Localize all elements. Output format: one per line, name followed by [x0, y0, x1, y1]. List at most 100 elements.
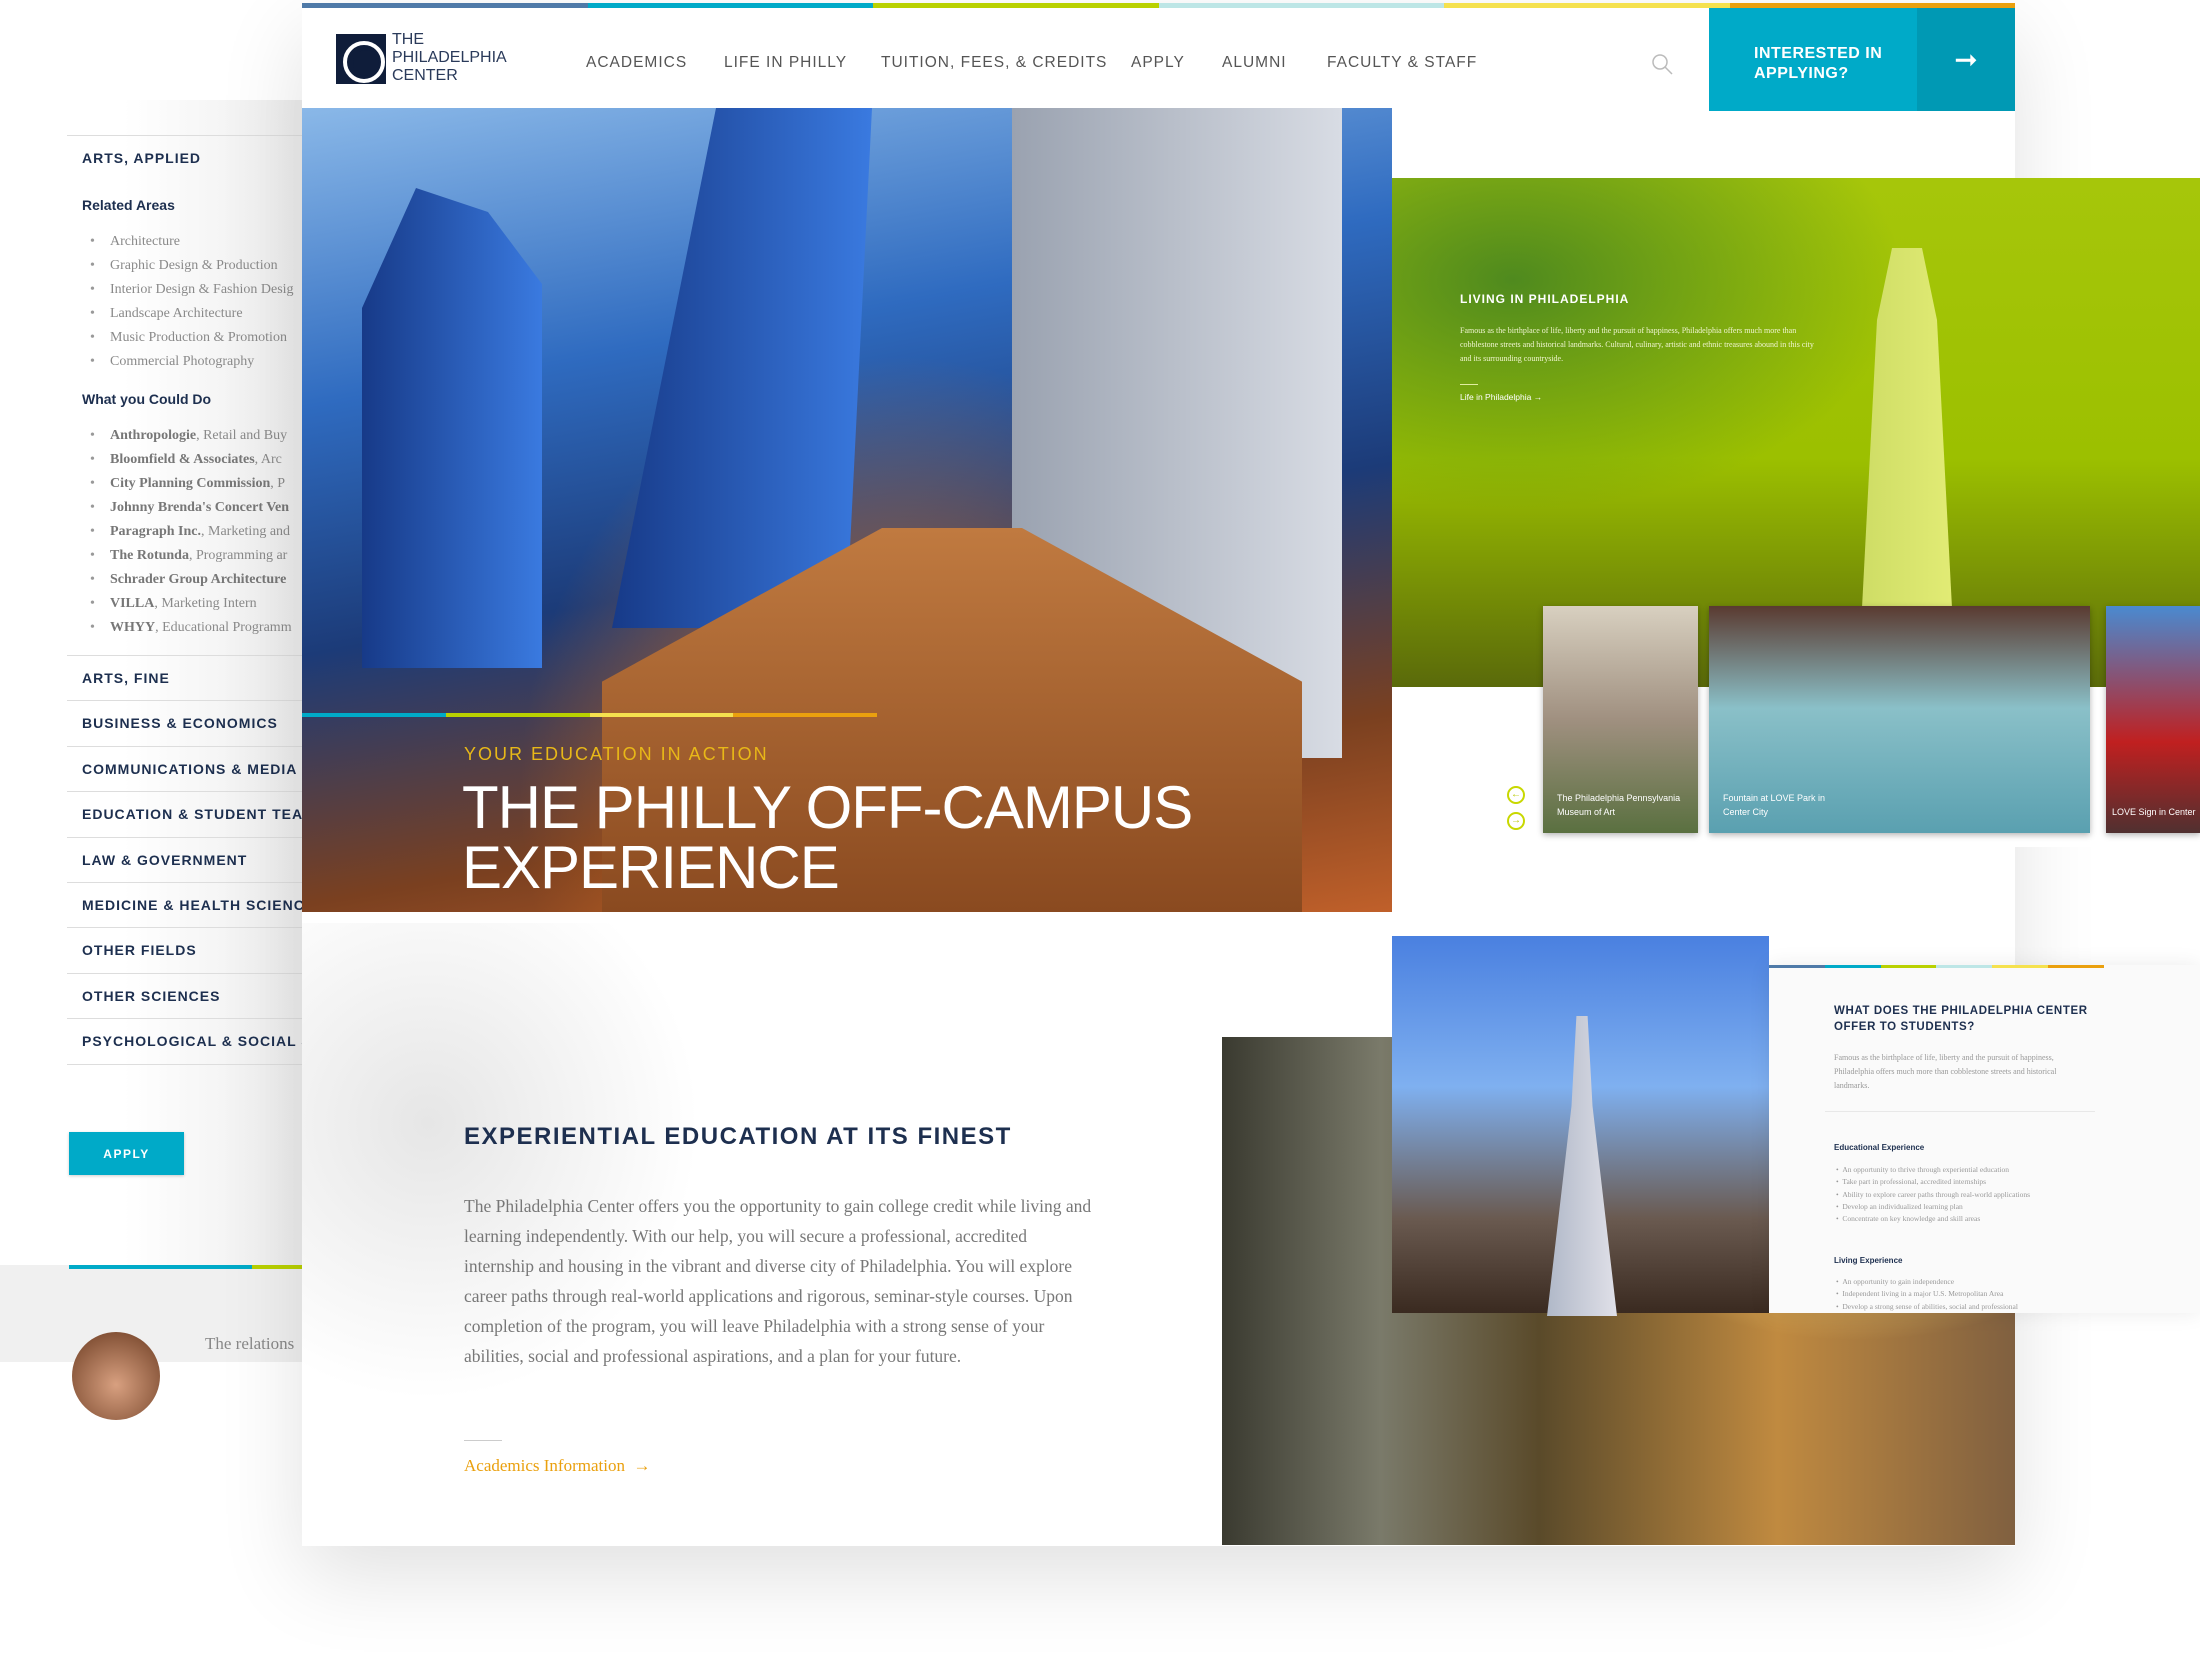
logo-line: PHILADELPHIA	[392, 49, 507, 66]
sidebar-section[interactable]: LAW & GOVERNMENT	[82, 852, 247, 868]
sidebar-section[interactable]: OTHER FIELDS	[82, 942, 197, 958]
cta-line: INTERESTED IN	[1754, 45, 1883, 62]
role: , Marketing and	[201, 524, 291, 539]
sidebar-section[interactable]: EDUCATION & STUDENT TEAC	[82, 806, 314, 822]
logo-icon[interactable]	[336, 34, 386, 84]
living-experience-heading: Living Experience	[1834, 1256, 1903, 1265]
city-hall-tower	[1547, 1016, 1617, 1316]
related-area-item: Graphic Design & Production	[90, 258, 278, 274]
section-body: The Philadelphia Center offers you the o…	[464, 1196, 1092, 1366]
search-icon[interactable]	[1650, 52, 1674, 81]
nav-life-in-philly[interactable]: LIFE IN PHILLY	[724, 54, 847, 72]
could-do-item: Johnny Brenda's Concert Ven	[90, 500, 289, 516]
hero-image: YOUR EDUCATION IN ACTION THE PHILLY OFF-…	[302, 108, 1392, 912]
divider	[67, 1018, 307, 1020]
related-area-item: Landscape Architecture	[90, 306, 243, 322]
card-caption: LOVE Sign in Center	[2112, 807, 2196, 817]
divider	[67, 972, 307, 974]
nav-tuition[interactable]: TUITION, FEES, & CREDITS	[881, 54, 1107, 72]
card-caption: The Philadelphia Pennsylvania Museum of …	[1557, 793, 1681, 817]
divider	[67, 655, 307, 656]
could-do-heading: What you Could Do	[82, 391, 212, 407]
related-area-item: Architecture	[90, 234, 180, 250]
divider	[1460, 384, 1478, 385]
organization: Anthropologie	[110, 428, 197, 443]
carousel-prev-icon[interactable]: ←	[1507, 786, 1525, 804]
divider	[67, 1063, 307, 1065]
nav-faculty-staff[interactable]: FACULTY & STAFF	[1327, 54, 1477, 72]
logo-line: CENTER	[392, 67, 458, 84]
carousel-next-icon[interactable]: →	[1507, 812, 1525, 830]
divider	[67, 700, 307, 702]
nav-apply[interactable]: APPLY	[1131, 54, 1185, 72]
organization: WHYY	[110, 620, 156, 635]
organization: Bloomfield & Associates	[110, 452, 255, 467]
item-label: Independent living in a major U.S. Metro…	[1842, 1289, 2004, 1299]
photo-card[interactable]: Fountain at LOVE Park in Center City	[1709, 606, 2090, 833]
organization: The Rotunda	[110, 548, 189, 563]
sidebar-section[interactable]: OTHER SCIENCES	[82, 988, 220, 1004]
role: , Retail and Buy	[196, 428, 288, 443]
hero-title: THE PHILLY OFF-CAMPUS EXPERIENCE	[462, 774, 1193, 901]
divider	[67, 745, 307, 747]
interested-in-applying-button[interactable]: INTERESTED IN APPLYING?	[1709, 8, 1917, 111]
divider	[67, 836, 307, 838]
cta-line: APPLYING?	[1754, 65, 1849, 82]
offer-list-item: • Develop an individualized learning pla…	[1836, 1201, 1963, 1211]
item-label: Landscape Architecture	[110, 306, 243, 321]
life-in-philadelphia-link[interactable]: Life in Philadelphia →	[1460, 392, 1542, 402]
item-label: Concentrate on key knowledge and skill a…	[1842, 1214, 1981, 1224]
hero-title-line: THE PHILLY OFF-CAMPUS	[462, 774, 1193, 841]
role: , Marketing Intern	[154, 596, 257, 611]
role: , P	[270, 476, 286, 491]
offer-list-item: • Independent living in a major U.S. Met…	[1836, 1289, 2004, 1299]
apply-button[interactable]: APPLY	[69, 1132, 184, 1175]
logo-text[interactable]: THE PHILADELPHIA CENTER	[392, 31, 507, 85]
could-do-item: Schrader Group Architecture	[90, 572, 287, 588]
divider	[67, 882, 307, 883]
photo-card[interactable]: LOVE Sign in Center	[2106, 606, 2200, 833]
hero-title-line: EXPERIENCE	[462, 834, 840, 901]
could-do-item: WHYY, Educational Programm	[90, 620, 292, 636]
accent-stripe	[1769, 965, 2104, 968]
link-label: Academics Information	[464, 1456, 625, 1475]
item-label: Music Production & Promotion	[110, 330, 287, 345]
organization: Schrader Group Architecture	[110, 572, 287, 587]
arrow-right-icon[interactable]: ➞	[1917, 8, 2015, 111]
organization: City Planning Commission	[110, 476, 271, 491]
item-label: Commercial Photography	[110, 354, 255, 369]
item-label: Take part in professional, accredited in…	[1842, 1177, 1986, 1187]
organization: Paragraph Inc.	[110, 524, 201, 539]
arrow-right-icon: →	[629, 1456, 651, 1475]
sidebar-section[interactable]: COMMUNICATIONS & MEDIA	[82, 761, 297, 777]
sidebar-section[interactable]: BUSINESS & ECONOMICS	[82, 715, 278, 731]
related-area-item: Interior Design & Fashion Desig	[90, 282, 294, 298]
testimonial-quote: The relations	[205, 1334, 295, 1353]
sidebar-section[interactable]: MEDICINE & HEALTH SCIENCES	[82, 897, 326, 913]
academics-information-link[interactable]: Academics Information →	[464, 1456, 650, 1476]
living-body: Famous as the birthplace of life, libert…	[1460, 326, 1814, 363]
related-areas-heading: Related Areas	[82, 197, 175, 213]
nav-academics[interactable]: ACADEMICS	[586, 54, 687, 72]
could-do-item: The Rotunda, Programming ar	[90, 548, 287, 564]
related-area-item: Music Production & Promotion	[90, 330, 287, 346]
offer-list-item: • Concentrate on key knowledge and skill…	[1836, 1214, 1981, 1224]
role: , Arc	[254, 452, 282, 467]
item-label: Interior Design & Fashion Desig	[110, 282, 294, 297]
accent-stripe	[69, 1265, 302, 1269]
could-do-item: Paragraph Inc., Marketing and	[90, 524, 291, 540]
offer-body: Famous as the birthplace of life, libert…	[1834, 1053, 2057, 1090]
offer-list-item: • Take part in professional, accredited …	[1836, 1177, 1986, 1187]
nav-alumni[interactable]: ALUMNI	[1222, 54, 1287, 72]
offer-list-item: • Develop a strong sense of abilities, s…	[1836, 1301, 2018, 1311]
educational-experience-heading: Educational Experience	[1834, 1143, 1925, 1152]
sidebar-section[interactable]: PSYCHOLOGICAL & SOCIAL SC	[82, 1033, 323, 1049]
divider	[67, 135, 307, 136]
item-label: Develop a strong sense of abilities, soc…	[1842, 1301, 2018, 1311]
sidebar-section-arts-applied[interactable]: ARTS, APPLIED	[82, 150, 201, 166]
photo-card[interactable]: The Philadelphia Pennsylvania Museum of …	[1543, 606, 1698, 833]
offer-title: WHAT DOES THE PHILADELPHIA CENTER OFFER …	[1834, 1005, 2088, 1033]
sidebar-section[interactable]: ARTS, FINE	[82, 670, 170, 686]
could-do-item: Anthropologie, Retail and Buy	[90, 428, 288, 444]
site-header: THE PHILADELPHIA CENTER ACADEMICS LIFE I…	[302, 8, 2015, 111]
